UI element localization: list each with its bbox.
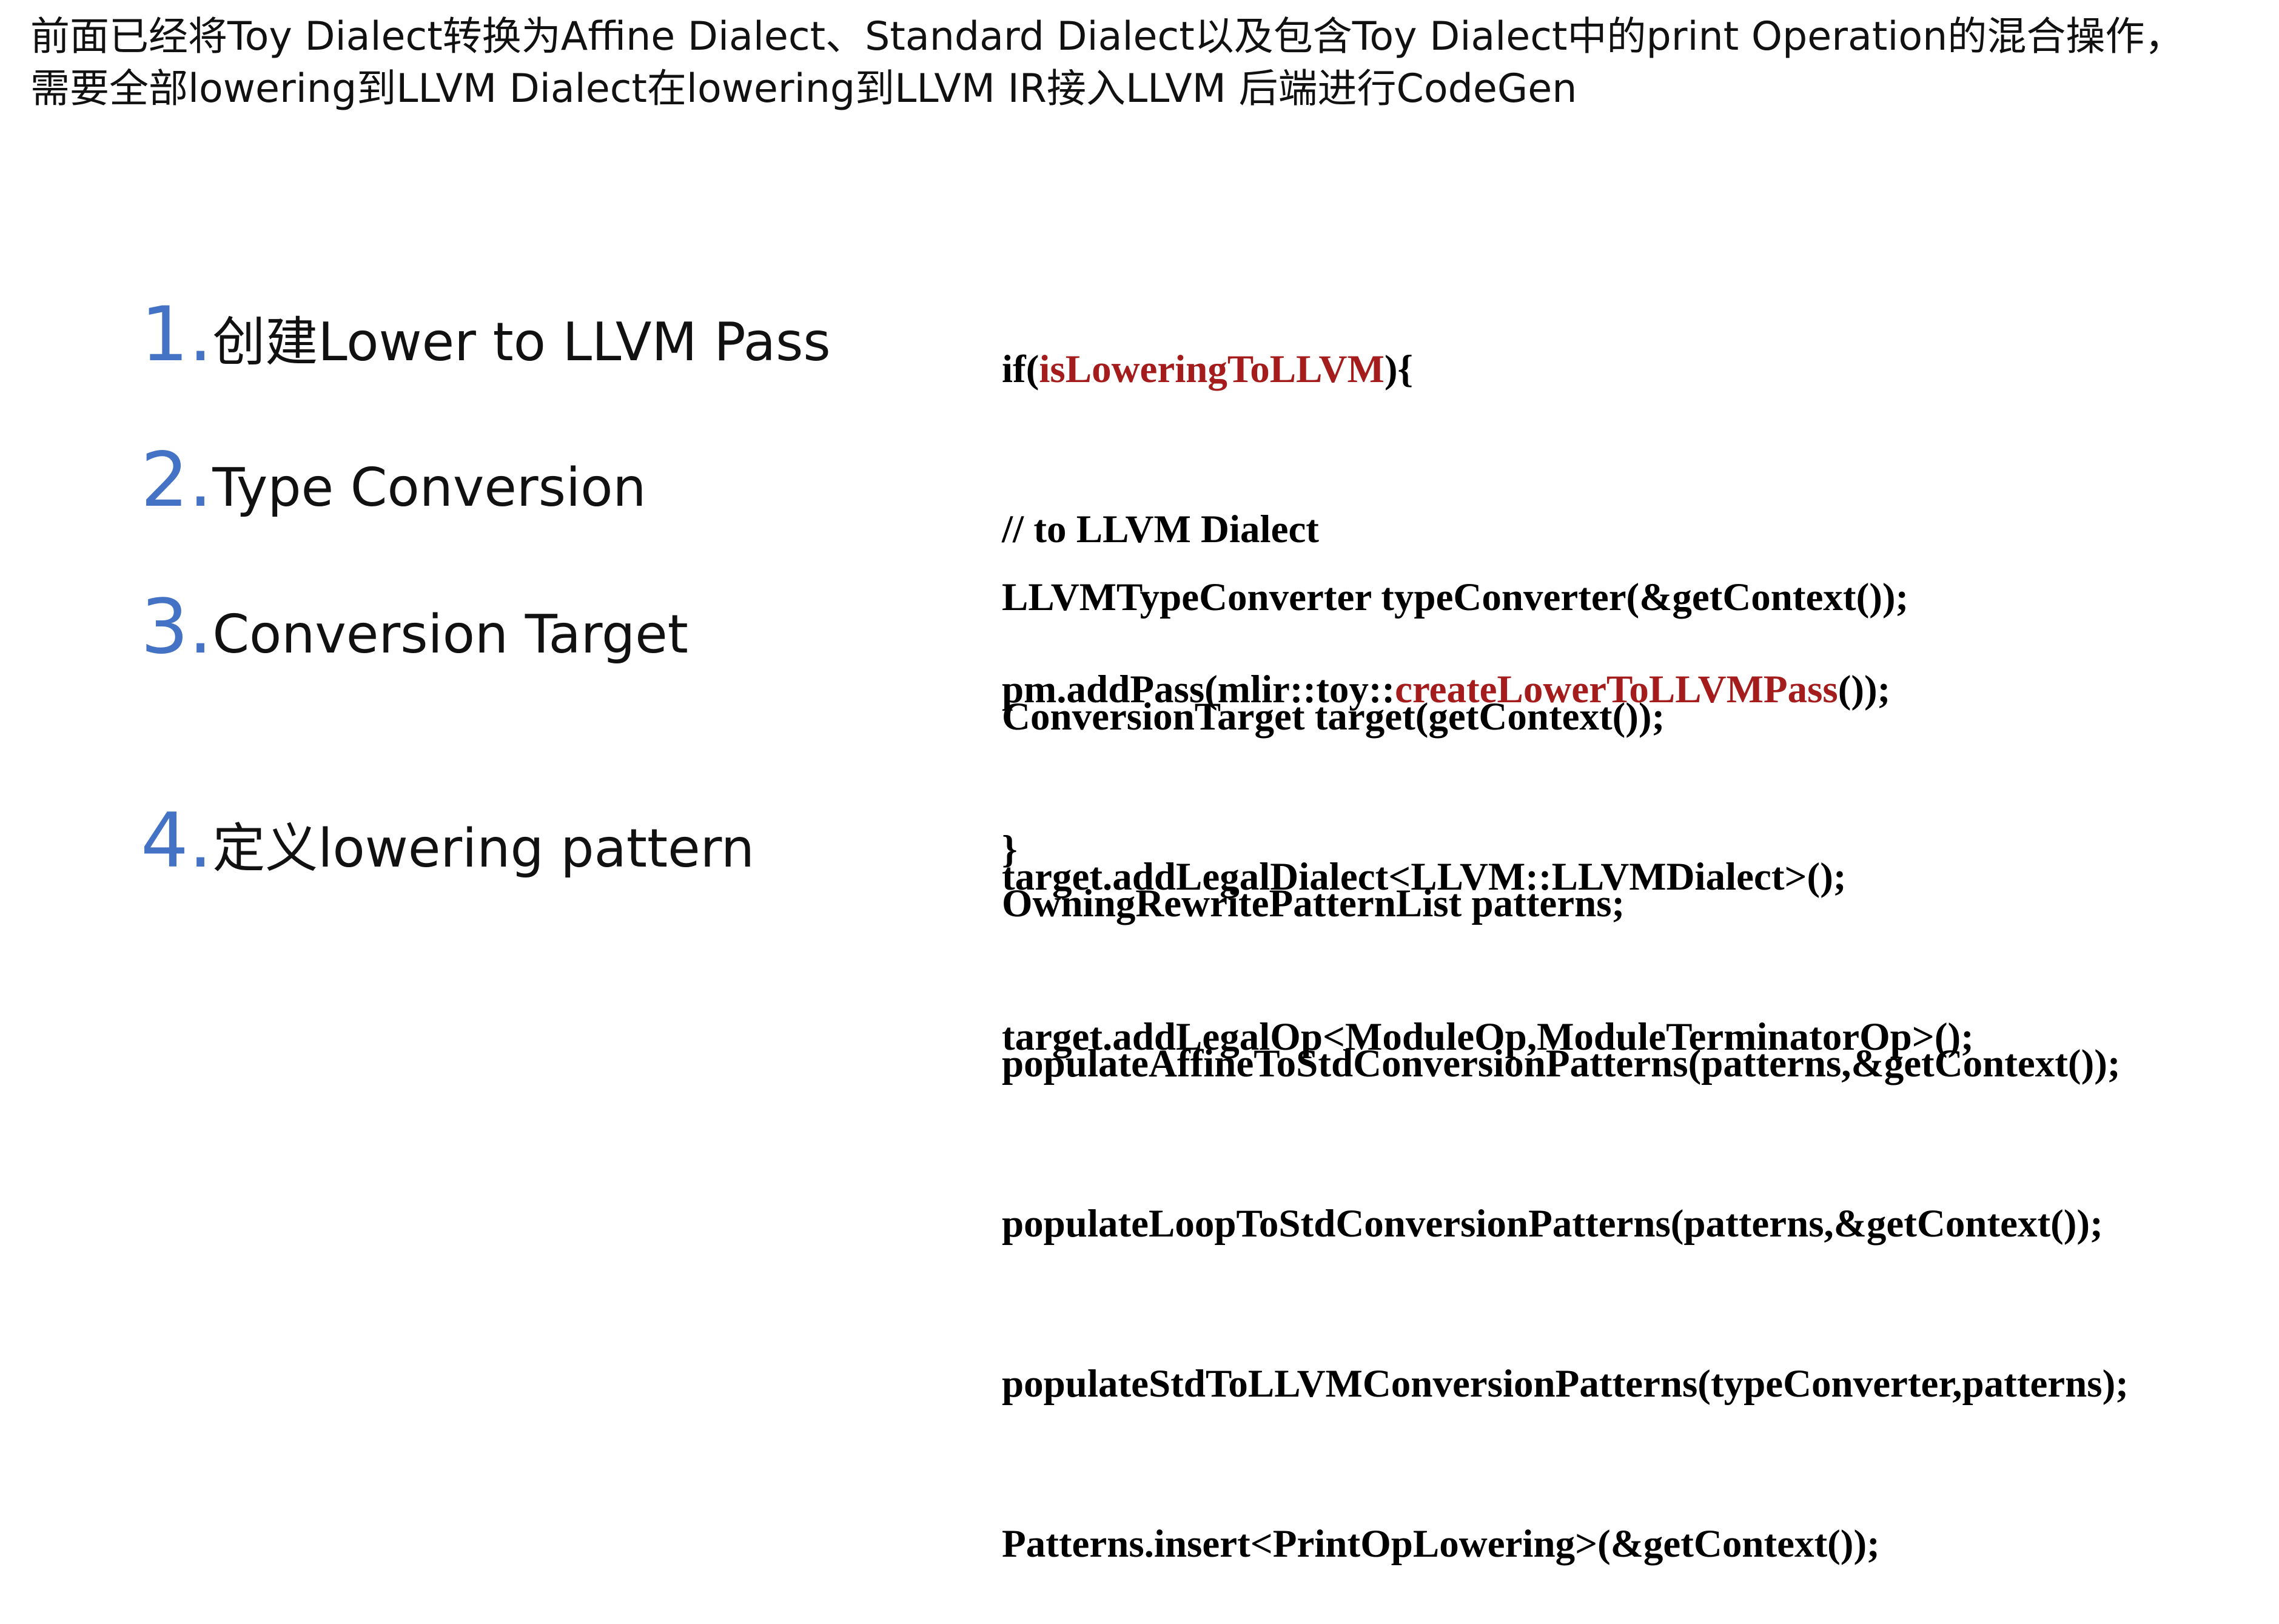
step-2-title: Type Conversion: [212, 457, 646, 518]
code-line: populateAffineToStdConversionPatterns(pa…: [1002, 1042, 2121, 1085]
code-highlight: isLoweringToLLVM: [1039, 347, 1385, 391]
step-2-heading: 2. Type Conversion: [141, 437, 646, 524]
intro-text: 前面已经将Toy Dialect转换为Affine Dialect、Standa…: [30, 11, 2274, 115]
code-line: ConversionTarget target(getContext());: [1002, 695, 1665, 739]
code-line: OwningRewritePatternList patterns;: [1002, 882, 1625, 925]
step-2-number: 2.: [141, 437, 213, 524]
code-text: if(: [1002, 347, 1039, 391]
step-4-code: OwningRewritePatternList patterns; popul…: [1002, 770, 2129, 1624]
step-3-title: Conversion Target: [212, 603, 688, 665]
step-1-title: 创建Lower to LLVM Pass: [212, 311, 831, 373]
code-line: if(isLoweringToLLVM){: [1002, 343, 1890, 396]
step-4-title: 定义lowering pattern: [212, 817, 755, 879]
code-line: Patterns.insert<PrintOpLowering>(&getCon…: [1002, 1522, 1880, 1566]
step-1-number: 1.: [141, 291, 213, 378]
intro-line-2: 需要全部lowering到LLVM Dialect在lowering到LLVM …: [30, 66, 1577, 112]
step-3-number: 3.: [141, 583, 213, 671]
step-4-number: 4.: [141, 797, 213, 885]
step-4-heading: 4. 定义lowering pattern: [141, 797, 754, 885]
code-line: populateStdToLLVMConversionPatterns(type…: [1002, 1362, 2129, 1406]
step-1-heading: 1. 创建Lower to LLVM Pass: [141, 291, 831, 378]
code-line: populateLoopToStdConversionPatterns(patt…: [1002, 1202, 2103, 1246]
intro-line-1: 前面已经将Toy Dialect转换为Affine Dialect、Standa…: [30, 14, 2184, 59]
code-text: ){: [1384, 347, 1414, 391]
step-3-heading: 3. Conversion Target: [141, 583, 688, 671]
